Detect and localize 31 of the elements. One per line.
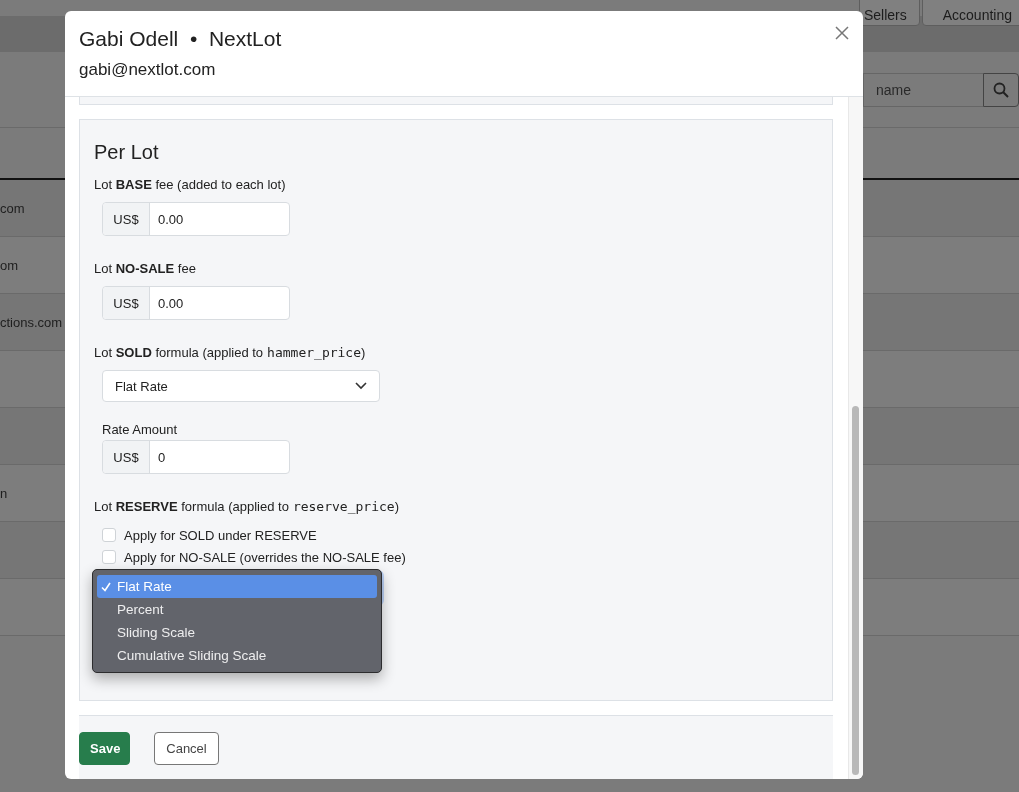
menu-option[interactable]: Percent: [97, 598, 377, 621]
nav-button[interactable]: Accounting: [921, 0, 1019, 26]
menu-option[interactable]: Cumulative Sliding Scale: [97, 644, 377, 667]
field-label: Rate Amount: [102, 422, 179, 437]
checkbox-label: Apply for NO-SALE (overrides the NO-SALE fee): [124, 549, 406, 565]
dialog-title: Gabi Odell • NextLot: [79, 27, 282, 51]
field-label: Lot RESERVE formula (applied to reserve_price): [94, 498, 400, 516]
formula-select[interactable]: Flat Rate: [102, 370, 380, 402]
search-button[interactable]: [983, 72, 1019, 107]
checkbox-label: Apply for SOLD under RESERVE: [124, 527, 317, 543]
section-heading: Per Lot: [94, 141, 160, 164]
close-icon[interactable]: [835, 26, 849, 40]
save-button[interactable]: Save: [79, 732, 130, 765]
nav-button[interactable]: Sellers: [858, 0, 920, 26]
search-icon: [993, 81, 1009, 98]
menu-option[interactable]: Sliding Scale: [97, 621, 377, 644]
menu-option[interactable]: Flat Rate: [97, 575, 377, 598]
table-cell-text: om: [0, 257, 20, 273]
field-label: Lot BASE fee (added to each lot): [94, 176, 287, 194]
checkbox[interactable]: [102, 528, 116, 542]
table-cell-text: n: [0, 485, 9, 501]
field-label: Lot SOLD formula (applied to hammer_price): [94, 344, 367, 362]
table-cell: ctions.com: [0, 314, 64, 330]
table-cell-text: com: [0, 200, 26, 216]
checkbox[interactable]: [102, 550, 116, 564]
chevron-down-icon: [355, 382, 367, 390]
check-icon: [101, 581, 111, 592]
field-label: Lot NO-SALE fee: [94, 260, 197, 278]
scrollbar-thumb[interactable]: [852, 406, 859, 775]
cancel-button[interactable]: Cancel: [154, 732, 219, 765]
modal-subtitle: gabi@nextlot.com: [79, 60, 217, 80]
